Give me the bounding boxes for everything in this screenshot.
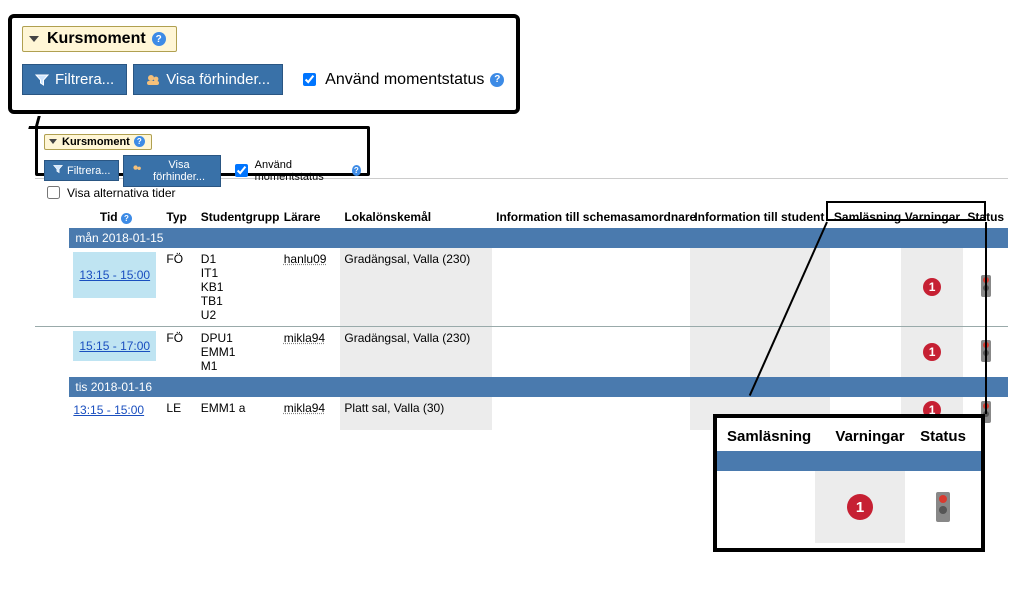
visa-forhinder-button[interactable]: Visa förhinder... <box>133 64 283 95</box>
visa-forhinder-label-small: Visa förhinder... <box>146 159 211 183</box>
lokal-cell: Gradängsal, Valla (230) <box>340 248 492 327</box>
traffic-light-icon[interactable] <box>936 492 950 522</box>
larare-link[interactable]: hanlu09 <box>284 252 327 266</box>
zoom-status: Status <box>915 428 971 445</box>
studentgrupp-cell: EMM1 a <box>197 397 280 430</box>
studentgrupp-cell: D1IT1KB1TB1U2 <box>197 248 280 327</box>
people-icon <box>132 164 142 177</box>
samlasning-cell <box>830 327 901 378</box>
info-samordnare-cell[interactable] <box>492 248 690 327</box>
visa-alternativa-label: Visa alternativa tider <box>67 186 176 200</box>
th-larare: Lärare <box>280 206 341 228</box>
callout-connector <box>985 222 987 414</box>
lokal-cell: Platt sal, Valla (30) <box>340 397 492 430</box>
people-icon <box>146 73 160 87</box>
help-icon[interactable]: ? <box>352 165 361 176</box>
columns-callout-large: Samläsning Varningar Status 1 <box>713 414 985 552</box>
funnel-icon <box>35 73 49 87</box>
samlasning-cell <box>830 248 901 327</box>
zoom-samlasning-cell <box>717 471 815 543</box>
filter-button[interactable]: Filtrera... <box>22 64 127 95</box>
date-label: tis 2018-01-16 <box>69 377 1008 397</box>
help-icon[interactable]: ? <box>121 213 132 224</box>
filter-button-small[interactable]: Filtrera... <box>44 160 119 181</box>
help-icon[interactable]: ? <box>134 136 145 147</box>
kursmoment-legend[interactable]: Kursmoment ? <box>22 26 177 52</box>
info-samordnare-cell[interactable] <box>492 327 690 378</box>
filter-button-label: Filtrera... <box>55 71 114 88</box>
table-row: 15:15 - 17:00 FÖ DPU1EMM1M1 mikla94 Grad… <box>35 327 1008 378</box>
help-icon[interactable]: ? <box>152 32 166 46</box>
time-link[interactable]: 15:15 - 17:00 <box>73 331 156 361</box>
use-momentstatus-checkbox-small[interactable] <box>235 164 248 177</box>
table-row: 13:15 - 15:00 FÖ D1IT1KB1TB1U2 hanlu09 G… <box>35 248 1008 327</box>
zoom-samlasning: Samläsning <box>727 428 825 445</box>
kursmoment-callout-large: Kursmoment ? Filtrera... Visa förhinder.… <box>8 14 520 114</box>
date-row: v 3 mån 2018-01-15 <box>35 228 1008 248</box>
typ-cell: LE <box>162 397 196 430</box>
typ-cell: FÖ <box>162 248 196 327</box>
visa-forhinder-label: Visa förhinder... <box>166 71 270 88</box>
warning-badge[interactable]: 1 <box>847 494 873 520</box>
chevron-down-icon <box>29 36 39 42</box>
kursmoment-legend-small[interactable]: Kursmoment ? <box>44 134 152 150</box>
kursmoment-title-small: Kursmoment <box>62 136 130 148</box>
use-momentstatus-label-small[interactable]: Använd momentstatus ? <box>231 159 361 183</box>
filter-button-label-small: Filtrera... <box>67 165 110 177</box>
studentgrupp-cell: DPU1EMM1M1 <box>197 327 280 378</box>
visa-forhinder-button-small[interactable]: Visa förhinder... <box>123 155 220 187</box>
th-tid: Tid <box>100 210 118 224</box>
chevron-down-icon <box>49 139 57 144</box>
help-icon[interactable]: ? <box>490 73 504 87</box>
th-typ: Typ <box>162 206 196 228</box>
schedule-table: Tid ? Typ Studentgrupp Lärare Lokalönske… <box>35 206 1008 430</box>
date-row: tis 2018-01-16 <box>35 377 1008 397</box>
week-label: v 3 <box>47 231 64 245</box>
larare-link[interactable]: mikla94 <box>284 401 325 415</box>
th-info-samordnare: Information till schemasamordnare <box>492 206 690 228</box>
larare-link[interactable]: mikla94 <box>284 331 325 345</box>
zoom-varningar: Varningar <box>825 428 915 445</box>
funnel-icon <box>53 164 63 177</box>
time-link[interactable]: 13:15 - 15:00 <box>73 401 144 419</box>
use-momentstatus-checkbox[interactable] <box>303 73 316 86</box>
th-info-student: Information till student <box>690 206 830 228</box>
warning-badge[interactable]: 1 <box>923 343 941 361</box>
highlight-frame <box>826 201 986 221</box>
use-momentstatus-text-small: Använd momentstatus <box>255 159 348 183</box>
warning-badge[interactable]: 1 <box>923 278 941 296</box>
kursmoment-title: Kursmoment <box>47 30 146 48</box>
kursmoment-panel: Kursmoment ? Filtrera... Visa förhinder.… <box>35 126 370 176</box>
th-studentgrupp: Studentgrupp <box>197 206 280 228</box>
use-momentstatus-text: Använd momentstatus <box>325 71 484 89</box>
lokal-cell: Gradängsal, Valla (230) <box>340 327 492 378</box>
visa-alternativa-checkbox[interactable] <box>47 186 60 199</box>
date-label: mån 2018-01-15 <box>69 228 1008 248</box>
th-lokal: Lokalönskemål <box>340 206 492 228</box>
time-link[interactable]: 13:15 - 15:00 <box>73 252 156 298</box>
typ-cell: FÖ <box>162 327 196 378</box>
use-momentstatus-label[interactable]: Använd momentstatus ? <box>299 70 504 89</box>
zoom-bluebar <box>717 451 981 471</box>
